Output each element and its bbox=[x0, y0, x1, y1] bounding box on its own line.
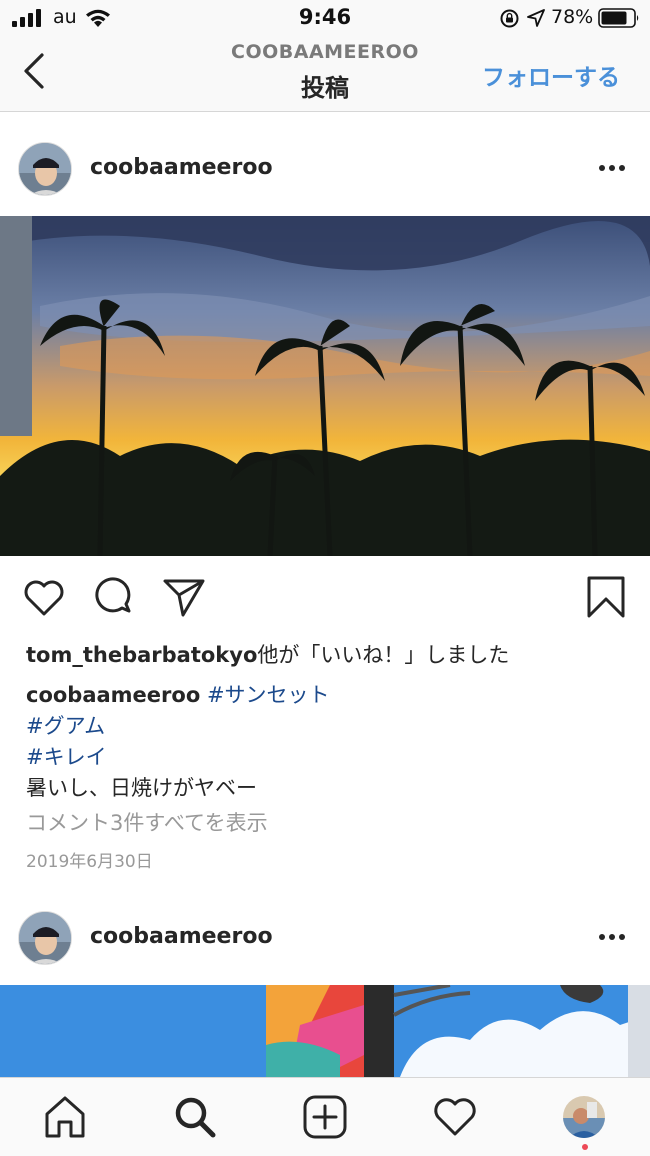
post-actions bbox=[0, 575, 650, 625]
follow-button[interactable]: フォローする bbox=[482, 58, 620, 92]
liked-by-suffix: 他が「いいね！」しました bbox=[257, 643, 510, 667]
rotation-lock-icon bbox=[500, 9, 519, 28]
home-icon[interactable] bbox=[42, 1094, 88, 1140]
like-heart-icon[interactable] bbox=[22, 575, 66, 619]
hashtag-link[interactable]: #グアム bbox=[26, 710, 105, 740]
comment-icon[interactable] bbox=[93, 575, 137, 619]
hashtag-link[interactable]: #キレイ bbox=[26, 741, 107, 771]
location-icon bbox=[527, 9, 545, 27]
search-icon[interactable] bbox=[172, 1094, 218, 1140]
liked-by-text[interactable]: tom_thebarbatokyo他が「いいね！」しました bbox=[26, 639, 509, 669]
status-bar: au 9:46 78% bbox=[0, 0, 650, 36]
caption-first-line: coobaameeroo #サンセット bbox=[26, 679, 330, 709]
battery-percent: 78% bbox=[551, 6, 594, 28]
more-options-icon[interactable] bbox=[598, 158, 626, 178]
bottom-tab-bar bbox=[0, 1077, 650, 1156]
caption-text: 暑いし、日焼けがヤベー bbox=[26, 776, 257, 800]
more-options-icon[interactable] bbox=[598, 927, 626, 947]
notification-dot bbox=[582, 1144, 588, 1150]
new-post-icon[interactable] bbox=[302, 1094, 348, 1140]
avatar[interactable] bbox=[18, 142, 72, 196]
post-header: coobaameeroo bbox=[0, 911, 650, 991]
share-send-icon[interactable] bbox=[162, 575, 206, 619]
post-username[interactable]: coobaameeroo bbox=[90, 924, 273, 949]
activity-heart-icon[interactable] bbox=[432, 1094, 478, 1140]
view-all-comments-link[interactable]: コメント3件すべてを表示 bbox=[26, 807, 268, 837]
post-photo[interactable] bbox=[0, 985, 650, 1077]
avatar[interactable] bbox=[18, 911, 72, 965]
post-username[interactable]: coobaameeroo bbox=[90, 155, 273, 180]
nav-header: COOBAAMEEROO 投稿 フォローする bbox=[0, 36, 650, 112]
post-header: coobaameeroo bbox=[0, 142, 650, 222]
hashtag-link[interactable]: #サンセット bbox=[207, 683, 330, 707]
battery-icon bbox=[598, 8, 639, 28]
profile-avatar[interactable] bbox=[563, 1096, 605, 1138]
liked-by-username[interactable]: tom_thebarbatokyo bbox=[26, 643, 257, 667]
post-date: 2019年6月30日 bbox=[26, 852, 153, 872]
bookmark-icon[interactable] bbox=[584, 575, 628, 619]
caption-username[interactable]: coobaameeroo bbox=[26, 683, 200, 707]
post-photo[interactable] bbox=[0, 216, 650, 556]
